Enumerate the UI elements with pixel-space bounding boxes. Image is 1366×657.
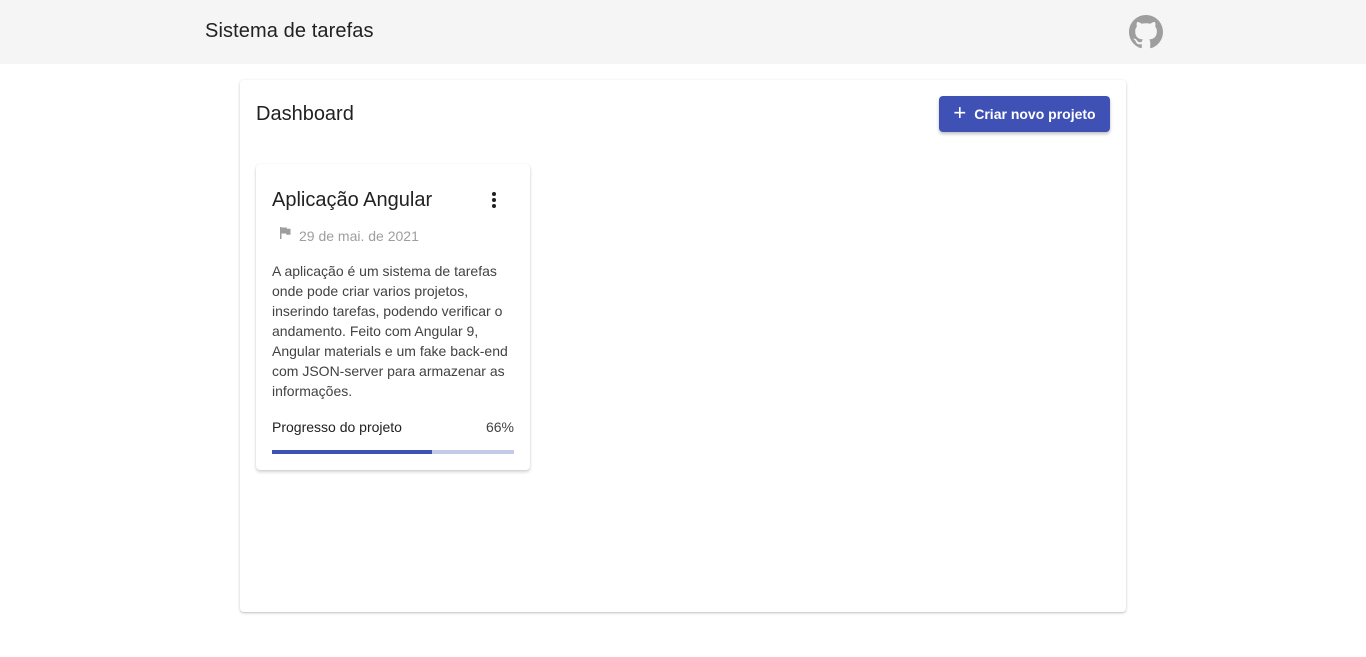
app-title: Sistema de tarefas	[205, 20, 374, 42]
dashboard-panel: Dashboard + Criar novo projeto Aplicação…	[240, 80, 1126, 612]
project-card[interactable]: Aplicação Angular 29 de mai. de 2021 A a…	[256, 164, 530, 470]
page-title: Dashboard	[256, 103, 354, 125]
project-date: 29 de mai. de 2021	[299, 228, 419, 244]
top-bar: Sistema de tarefas	[0, 0, 1366, 64]
project-title: Aplicação Angular	[272, 189, 433, 211]
create-project-label: Criar novo projeto	[974, 106, 1096, 122]
progress-percent: 66%	[485, 419, 514, 435]
progress-label: Progresso do projeto	[272, 419, 402, 435]
github-icon[interactable]	[1129, 15, 1163, 49]
progress-bar-fill	[272, 450, 432, 454]
create-project-button[interactable]: + Criar novo projeto	[939, 96, 1110, 132]
project-description: A aplicação é um sistema de tarefas onde…	[272, 263, 508, 399]
progress-bar	[272, 450, 514, 454]
flag-icon	[278, 226, 292, 240]
more-vert-icon[interactable]	[482, 188, 506, 212]
plus-icon: +	[953, 99, 967, 125]
